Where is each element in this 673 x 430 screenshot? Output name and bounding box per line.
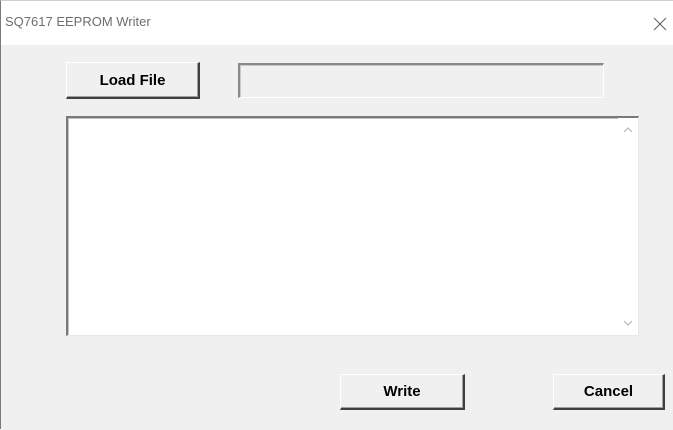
chevron-down-icon (623, 320, 633, 326)
title-bar[interactable]: SQ7617 EEPROM Writer (1, 1, 673, 45)
vertical-scrollbar[interactable] (618, 118, 638, 335)
close-icon (653, 17, 667, 31)
close-button[interactable] (647, 11, 673, 37)
dialog-window: SQ7617 EEPROM Writer Load File Write Can… (0, 0, 673, 430)
file-path-field (238, 63, 604, 98)
cancel-button[interactable]: Cancel (553, 374, 665, 410)
scroll-down-button[interactable] (618, 313, 638, 333)
chevron-up-icon (623, 127, 633, 133)
load-file-button[interactable]: Load File (66, 62, 200, 99)
eeprom-text-area[interactable] (66, 116, 639, 336)
window-title: SQ7617 EEPROM Writer (5, 14, 151, 29)
dialog-client-area: Load File Write Cancel (1, 45, 673, 430)
scroll-up-button[interactable] (618, 120, 638, 140)
eeprom-content[interactable] (68, 118, 618, 335)
write-button[interactable]: Write (340, 374, 465, 410)
